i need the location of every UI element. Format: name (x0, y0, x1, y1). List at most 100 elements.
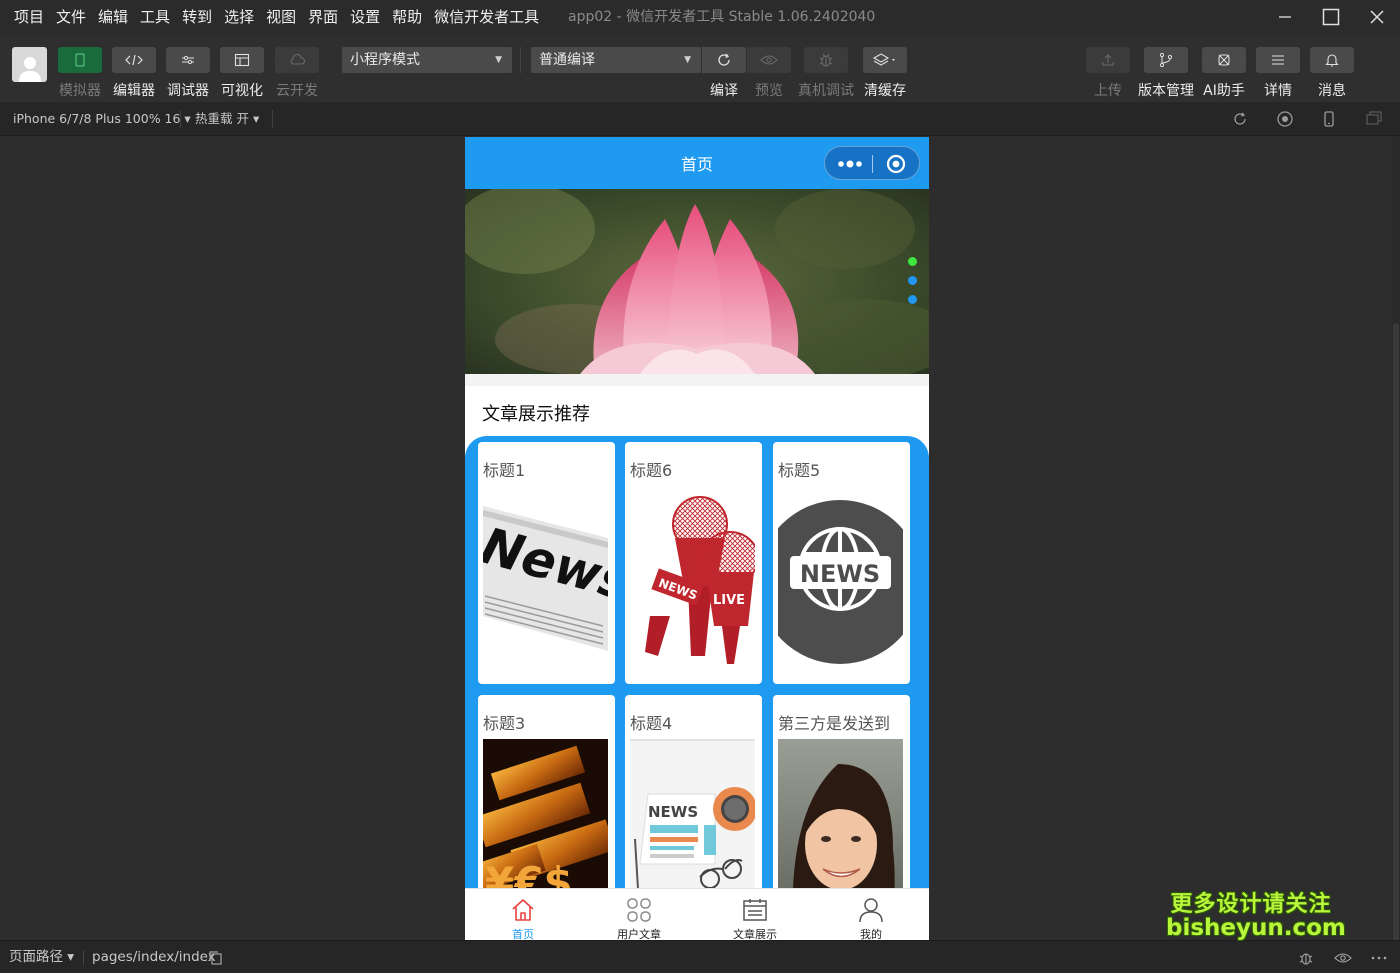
bell-icon (1325, 54, 1339, 67)
windows-icon[interactable] (1365, 110, 1383, 128)
divider-strip (465, 374, 929, 386)
banner-swiper[interactable] (465, 189, 929, 374)
card-title: 标题3 (483, 714, 526, 733)
visual-label: 可视化 (221, 83, 263, 99)
close-button[interactable] (1354, 0, 1400, 34)
menu-goto[interactable]: 转到 (176, 0, 218, 36)
swiper-dot[interactable] (908, 295, 917, 304)
menu-view[interactable]: 视图 (260, 0, 302, 36)
page-path-select[interactable]: 页面路径 ▾ (9, 941, 74, 973)
menu-help[interactable]: 帮助 (386, 0, 428, 36)
menu-lines-icon (1272, 55, 1284, 65)
simulator-label: 模拟器 (59, 83, 101, 99)
tab-user-articles[interactable]: 用户文章 (581, 889, 697, 940)
minimize-icon (1279, 16, 1291, 18)
compile-select-value: 普通编译 (539, 52, 595, 68)
title-bar: 项目 文件 编辑 工具 转到 选择 视图 界面 设置 帮助 微信开发者工具 ap… (0, 0, 1400, 36)
card-title: 标题4 (630, 714, 673, 733)
svg-text:LIVE: LIVE (713, 593, 745, 608)
chevron-down-icon: ▼ (684, 55, 691, 65)
visual-button[interactable]: 可视化 (219, 47, 265, 100)
preview-label: 预览 (755, 83, 783, 99)
article-card[interactable]: 标题6 NEWS LIVE (625, 442, 762, 684)
home-icon (512, 899, 534, 921)
messages-button[interactable]: 消息 (1309, 47, 1355, 100)
user-avatar-icon (18, 57, 41, 82)
toolbar-divider (520, 47, 521, 73)
scrollbar[interactable] (1392, 137, 1400, 943)
ai-assistant-button[interactable]: AI助手 (1201, 47, 1247, 100)
compile-select[interactable]: 普通编译 ▼ (531, 47, 701, 73)
eye-icon[interactable] (1334, 949, 1352, 967)
device-icon[interactable] (1320, 110, 1338, 128)
menu-wechat-devtools[interactable]: 微信开发者工具 (428, 0, 545, 36)
status-bar: 页面路径 ▾ pages/index/index (0, 940, 1400, 973)
menu-project[interactable]: 项目 (8, 0, 50, 36)
close-icon (1370, 10, 1384, 24)
rotate-icon[interactable] (1231, 110, 1249, 128)
cloud-icon (290, 54, 306, 65)
version-button[interactable]: 版本管理 (1138, 47, 1194, 100)
tab-article-display[interactable]: 文章展示 (697, 889, 813, 940)
tab-user-articles-label: 用户文章 (617, 928, 661, 940)
tab-home-label: 首页 (512, 928, 534, 940)
calendar-icon (743, 899, 767, 921)
mode-select[interactable]: 小程序模式 ▼ (342, 47, 512, 73)
record-icon[interactable] (1276, 110, 1294, 128)
cloud-dev-label: 云开发 (276, 83, 318, 99)
cloud-dev-button[interactable]: 云开发 (274, 47, 320, 100)
page-path: pages/index/index (92, 949, 216, 965)
article-card[interactable]: 标题5 NEWS (773, 442, 910, 684)
menu-edit[interactable]: 编辑 (92, 0, 134, 36)
menu-select[interactable]: 选择 (218, 0, 260, 36)
clear-cache-button[interactable]: 清缓存 (862, 47, 908, 100)
phone-icon (75, 53, 85, 67)
editor-button[interactable]: 编辑器 (111, 47, 157, 100)
close-target-icon[interactable] (886, 154, 906, 174)
article-card[interactable]: 标题1 News (478, 442, 615, 684)
upload-label: 上传 (1094, 83, 1122, 99)
editor-label: 编辑器 (113, 83, 155, 99)
card-title: 第三方是发送到 (778, 714, 891, 733)
more-dots-icon[interactable] (837, 154, 863, 174)
upload-button[interactable]: 上传 (1085, 47, 1131, 100)
menu-interface[interactable]: 界面 (302, 0, 344, 36)
menu-bar: 项目 文件 编辑 工具 转到 选择 视图 界面 设置 帮助 微信开发者工具 (0, 0, 545, 36)
section-title: 文章展示推荐 (482, 404, 590, 425)
tab-mine[interactable]: 我的 (813, 889, 929, 940)
tab-mine-label: 我的 (860, 928, 882, 940)
minimize-button[interactable] (1262, 0, 1308, 34)
menu-settings[interactable]: 设置 (344, 0, 386, 36)
upload-icon (1102, 54, 1114, 66)
article-grid: 标题1 News 标题6 NEWS LIVE 标题5 NEWS 标题3 ¥€$ … (465, 436, 929, 937)
maximize-button[interactable] (1308, 0, 1354, 34)
copy-icon[interactable] (208, 950, 224, 966)
remote-debug-button[interactable]: 真机调试 (798, 47, 854, 100)
avatar[interactable] (12, 47, 47, 82)
simulator-button[interactable]: 模拟器 (57, 47, 103, 100)
menu-file[interactable]: 文件 (50, 0, 92, 36)
details-button[interactable]: 详情 (1255, 47, 1301, 100)
more-icon[interactable] (1370, 949, 1388, 967)
bug-icon[interactable] (1297, 949, 1315, 967)
capsule-menu (824, 146, 920, 180)
tab-home[interactable]: 首页 (465, 889, 581, 940)
divider (272, 110, 273, 128)
device-select[interactable]: iPhone 6/7/8 Plus 100% 16 ▾ (13, 102, 191, 136)
hot-reload-toggle[interactable]: 热重载 开 ▾ (195, 102, 259, 136)
refresh-icon (718, 53, 730, 66)
menu-tools[interactable]: 工具 (134, 0, 176, 36)
swiper-indicators (908, 257, 918, 314)
preview-button[interactable]: 预览 (746, 47, 792, 100)
svg-text:NEWS: NEWS (648, 803, 698, 821)
scrollbar-thumb[interactable] (1393, 323, 1399, 943)
watermark: 更多设计请关注 bisheyun.com (1166, 893, 1346, 940)
news-newspaper-image: News (483, 486, 608, 676)
bug-icon (819, 53, 833, 67)
debugger-button[interactable]: 调试器 (165, 47, 211, 100)
layout-icon (234, 53, 250, 67)
swiper-dot[interactable] (908, 257, 917, 266)
phone-screen: 首页 文章展示推荐 标题1 News 标题6 NEWS LIVE 标题5 NEW… (465, 137, 929, 940)
swiper-dot[interactable] (908, 276, 917, 285)
chevron-down-icon: ▼ (495, 55, 502, 65)
